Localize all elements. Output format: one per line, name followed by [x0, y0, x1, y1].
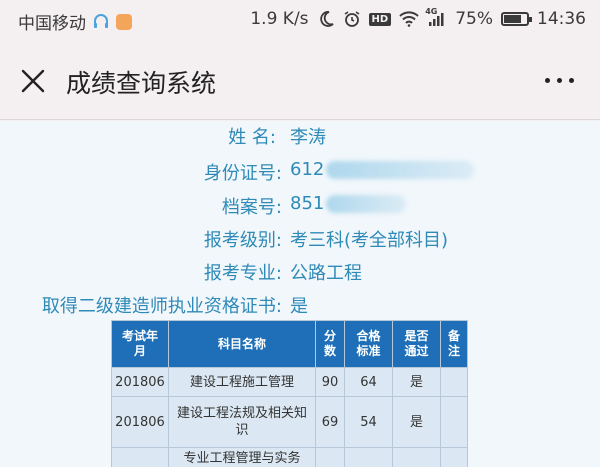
cell-pass-line: 54: [344, 396, 393, 448]
cell-score: 69: [315, 396, 345, 448]
cell-subject: 专业工程管理与实务: [168, 447, 316, 467]
id-value-row: 612: [290, 159, 475, 180]
close-button[interactable]: [18, 66, 48, 96]
file-row: 档案号: 851: [0, 193, 600, 218]
header-passed: 是否 通过: [392, 320, 441, 368]
file-value: 851: [290, 193, 325, 214]
carrier-name: 中国移动: [18, 14, 86, 34]
cell-subject: 建设工程法规及相关知识: [168, 396, 316, 448]
cert-label: 取得二级建造师执业资格证书:: [41, 296, 282, 317]
hd-icon: HD: [368, 12, 392, 26]
cell-pass-line: 64: [344, 367, 393, 397]
id-row: 身份证号: 612: [0, 159, 600, 184]
cell-remark: [440, 396, 468, 448]
more-options-button[interactable]: [545, 78, 574, 83]
file-redaction: [326, 195, 407, 213]
id-value: 612: [290, 159, 325, 180]
title-bar: 成绩查询系统: [0, 42, 600, 120]
major-value: 公路工程: [290, 263, 362, 284]
cell-subject: 建设工程施工管理: [168, 367, 316, 397]
file-label: 档案号:: [221, 197, 282, 218]
table-row: 专业工程管理与实务: [111, 447, 468, 467]
name-row: 姓 名: 李涛: [0, 123, 600, 148]
cell-passed: 是: [392, 367, 441, 397]
cell-year: [111, 447, 169, 467]
cell-passed: 是: [392, 396, 441, 448]
app-notification-icon: [116, 13, 132, 30]
network-speed: 1.9 K/s: [250, 9, 309, 29]
cell-year: 201806: [111, 396, 169, 448]
more-dot-icon: [545, 78, 550, 83]
page-title: 成绩查询系统: [66, 69, 217, 98]
cell-year: 201806: [111, 367, 169, 397]
cell-pass-line: [344, 447, 393, 467]
cell-remark: [440, 367, 468, 397]
headset-icon: [92, 13, 110, 31]
network-type: 4G: [425, 7, 438, 16]
file-value-row: 851: [290, 193, 407, 214]
id-redaction: [326, 161, 475, 179]
battery-icon: [501, 12, 532, 26]
level-row: 报考级别: 考三科(考全部科目): [0, 226, 600, 251]
name-value: 李涛: [290, 127, 326, 148]
cert-value: 是: [290, 296, 308, 317]
major-label: 报考专业:: [203, 263, 282, 284]
header-remark: 备注: [440, 320, 468, 368]
more-dot-icon: [569, 78, 574, 83]
id-label: 身份证号:: [203, 163, 282, 184]
table-header-row: 考试年月 科目名称 分数 合格 标准 是否 通过 备注: [111, 320, 468, 368]
score-table: 考试年月 科目名称 分数 合格 标准 是否 通过 备注 201806 建设工程施工管…: [111, 320, 468, 467]
alarm-icon: [343, 10, 361, 28]
header-subject: 科目名称: [168, 320, 316, 368]
wifi-icon: [399, 11, 419, 27]
signal-icon: 4G: [425, 7, 447, 27]
cert-row: 取得二级建造师执业资格证书: 是: [0, 292, 600, 317]
result-content: 姓 名: 李涛 身份证号: 612 档案号: 851 报考级别: 考三科(考全部…: [0, 121, 600, 467]
moon-icon: [317, 10, 335, 28]
header-score: 分数: [315, 320, 345, 368]
table-row: 201806 建设工程施工管理 90 64 是: [111, 367, 468, 397]
cell-score: [315, 447, 345, 467]
level-value: 考三科(考全部科目): [290, 230, 449, 251]
level-label: 报考级别:: [203, 230, 282, 251]
name-label: 姓 名:: [228, 127, 276, 148]
status-bar: 中国移动 1.9 K/s HD 4G 75% 14:36: [0, 0, 600, 42]
cell-remark: [440, 447, 468, 467]
close-icon: [21, 69, 45, 93]
battery-percent: 75%: [455, 9, 493, 29]
cell-score: 90: [315, 367, 345, 397]
cell-passed: [392, 447, 441, 467]
header-year: 考试年月: [111, 320, 169, 368]
clock: 14:36: [537, 9, 586, 29]
major-row: 报考专业: 公路工程: [0, 259, 600, 284]
table-row: 201806 建设工程法规及相关知识 69 54 是: [111, 396, 468, 448]
header-pass-line: 合格 标准: [344, 320, 393, 368]
more-dot-icon: [557, 78, 562, 83]
